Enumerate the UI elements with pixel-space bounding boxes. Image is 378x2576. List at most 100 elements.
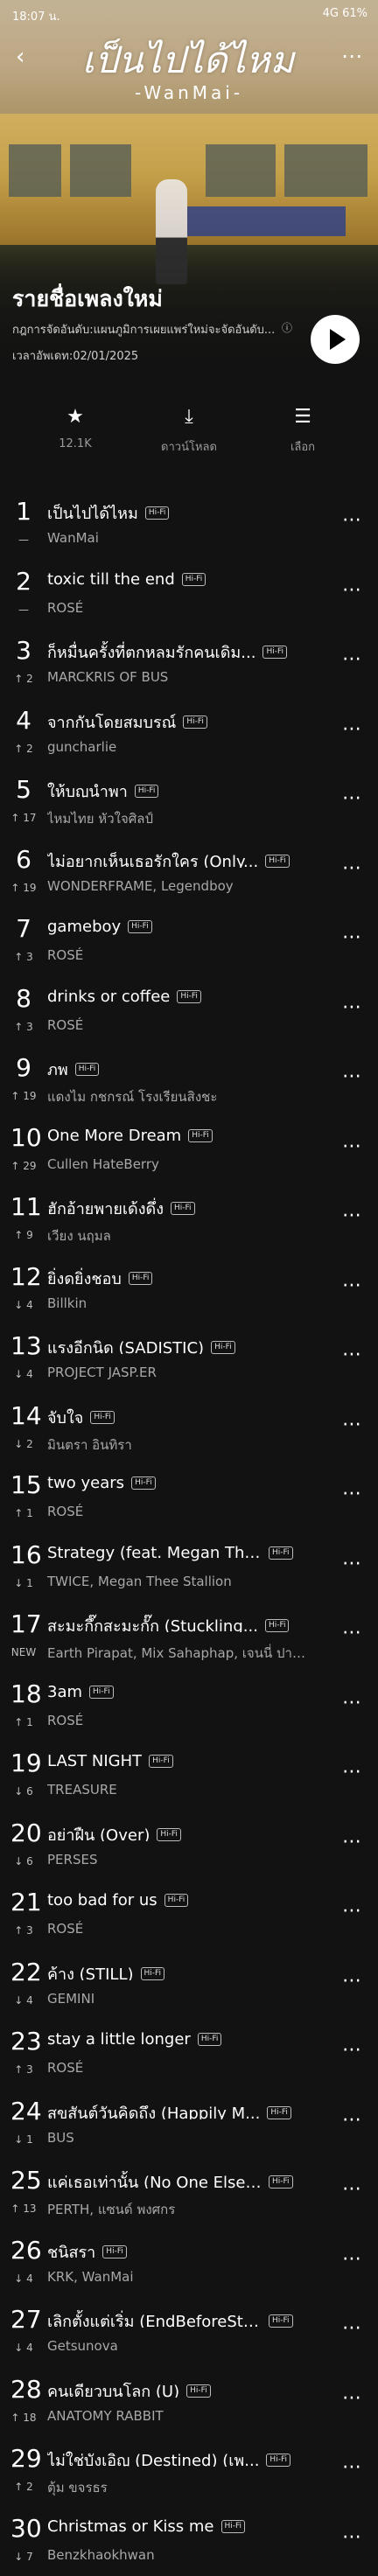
track-row[interactable]: 19↓ 6LAST NIGHTHi-FiTREASURE⋯ [0, 1742, 378, 1812]
track-row[interactable]: 30↓ 7Christmas or Kiss meHi-FiBenzkhaokh… [0, 2507, 378, 2576]
track-title-line: stay a little longerHi-Fi [47, 2030, 327, 2049]
download-button[interactable]: ⤓ ดาวน์โหลด [136, 404, 242, 456]
rank-change: ↓ 7 [7, 2551, 40, 2563]
rank-change: ↑ 2 [7, 2481, 40, 2493]
track-title-line: แรงอีกนิด (SADISTIC)Hi-Fi [47, 1335, 327, 1354]
track-row[interactable]: 16↓ 1Strategy (feat. Megan Thee...Hi-FiT… [0, 1533, 378, 1603]
track-row[interactable]: 13↓ 4แรงอีกนิด (SADISTIC)Hi-FiPROJECT JA… [0, 1324, 378, 1394]
status-time: 18:07 น. [12, 7, 60, 25]
rank-change: ↓ 2 [7, 1438, 40, 1450]
more-icon[interactable]: ⋯ [342, 2317, 362, 2339]
track-row[interactable]: 10↑ 29One More DreamHi-FiCullen HateBerr… [0, 1116, 378, 1186]
track-row[interactable]: 23↑ 3stay a little longerHi-FiROSÉ⋯ [0, 2020, 378, 2090]
more-icon[interactable]: ⋯ [342, 509, 362, 531]
play-button[interactable] [311, 315, 360, 364]
more-icon[interactable]: ⋯ [342, 926, 362, 948]
track-row[interactable]: 27↓ 4เลิกตั้งแต่เริ่ม (EndBeforeSta...Hi… [0, 2298, 378, 2368]
track-artist: ROSÉ [47, 2060, 310, 2076]
rank-change: ↓ 4 [7, 2272, 40, 2285]
more-icon[interactable]: ⋯ [342, 1344, 362, 1365]
more-icon[interactable]: ⋯ [342, 1204, 362, 1226]
track-row[interactable]: 2—toxic till the endHi-FiROSÉ⋯ [0, 560, 378, 630]
more-icon[interactable]: ⋯ [342, 1900, 362, 1922]
track-row[interactable]: 6↑ 19ไม่อยากเห็นเธอรักใคร (Only...Hi-FiW… [0, 838, 378, 908]
track-row[interactable]: 4↑ 2จากกันโดยสมบูรณ์Hi-Figuncharlie⋯ [0, 699, 378, 769]
track-row[interactable]: 21↑ 3too bad for usHi-FiROSÉ⋯ [0, 1881, 378, 1951]
rank-change: ↑ 29 [7, 1160, 40, 1172]
track-title: ชนิสรา [47, 2239, 95, 2258]
track-title: toxic till the end [47, 570, 175, 589]
info-icon[interactable]: ⓘ [282, 320, 292, 335]
more-icon[interactable]: ⋯ [342, 648, 362, 670]
more-icon[interactable]: ⋯ [342, 2178, 362, 2200]
track-title: 3am [47, 1683, 82, 1701]
more-icon[interactable]: ⋯ [342, 2109, 362, 2131]
track-row[interactable]: 7↑ 3gameboyHi-FiROSÉ⋯ [0, 907, 378, 977]
rank-change: ↑ 13 [7, 2203, 40, 2215]
track-row[interactable]: 22↓ 4ค้าง (STILL)Hi-FiGEMINI⋯ [0, 1951, 378, 2021]
track-artist: TREASURE [47, 1782, 310, 1798]
track-row[interactable]: 29↑ 2ไม่ใช่บังเอิญ (Destined) (เพ...Hi-F… [0, 2437, 378, 2507]
track-row[interactable]: 5↑ 17ให้บุญนำพาHi-Fiไหมไทย หัวใจศิลป์⋯ [0, 768, 378, 838]
back-icon[interactable]: ‹ [16, 44, 24, 70]
more-icon[interactable]: ⋯ [342, 579, 362, 601]
more-icon[interactable]: ⋯ [342, 1970, 362, 1992]
more-icon[interactable]: ⋯ [342, 1483, 362, 1504]
rank-change: ↑ 3 [7, 1924, 40, 1937]
more-icon[interactable]: ⋯ [342, 1065, 362, 1087]
status-bar: 18:07 น. 4G 61% [0, 0, 378, 26]
more-icon[interactable]: ⋯ [342, 1553, 362, 1574]
track-row[interactable]: 8↑ 3drinks or coffeeHi-FiROSÉ⋯ [0, 977, 378, 1047]
more-icon[interactable]: ⋯ [342, 2456, 362, 2478]
track-row[interactable]: 17NEWสะมะกึ๊กสะมะกั๊ก (Stuckling...Hi-Fi… [0, 1602, 378, 1672]
track-row[interactable]: 20↓ 6อย่าฝืน (Over)Hi-FiPERSES⋯ [0, 1812, 378, 1881]
more-icon[interactable]: ⋯ [342, 2039, 362, 2061]
more-icon[interactable]: ⋯ [342, 1622, 362, 1644]
more-icon[interactable]: ⋯ [342, 1761, 362, 1783]
track-row[interactable]: 11↑ 9ฮักอ้ายพายเด้งดึ่งHi-Fiเวียง นฤมล⋯ [0, 1185, 378, 1255]
select-button[interactable]: ☰ เลือก [250, 404, 355, 456]
more-icon[interactable]: ⋯ [342, 1414, 362, 1435]
hifi-badge: Hi-Fi [75, 1063, 100, 1076]
more-icon[interactable]: ⋯ [342, 1135, 362, 1157]
track-row[interactable]: 24↓ 1สุขสันต์วันคิดถึง (Happily M...Hi-F… [0, 2090, 378, 2160]
more-icon[interactable]: ⋯ [342, 1692, 362, 1714]
more-icon[interactable]: ⋯ [342, 787, 362, 809]
bus-window [206, 144, 276, 197]
track-artist: Cullen HateBerry [47, 1156, 310, 1172]
track-title-line: ให้บุญนำพาHi-Fi [47, 778, 327, 798]
track-artist: มินตรา อินทิรา [47, 1435, 310, 1456]
favorite-button[interactable]: ★ 12.1K [23, 404, 128, 450]
more-icon[interactable]: ⋯ [342, 857, 362, 879]
rank-change: ↑ 18 [7, 2412, 40, 2424]
track-title-line: too bad for usHi-Fi [47, 1891, 327, 1910]
hifi-badge: Hi-Fi [177, 990, 201, 1003]
more-icon[interactable]: ⋯ [342, 1274, 362, 1296]
track-row[interactable]: 3↑ 2ก็หมื่นครั้งที่ตกหลุมรักคนเดิม...Hi-… [0, 629, 378, 699]
more-icon[interactable]: ⋯ [342, 2526, 362, 2548]
track-title-line: ภพHi-Fi [47, 1057, 327, 1076]
track-row[interactable]: 28↑ 18คนเดียวบนโลก (U)Hi-FiANATOMY RABBI… [0, 2368, 378, 2438]
track-row[interactable]: 18↑ 13amHi-FiROSÉ⋯ [0, 1672, 378, 1742]
track-row[interactable]: 12↓ 4ยิ่งดูยิ่งชอบHi-FiBillkin⋯ [0, 1255, 378, 1325]
track-row[interactable]: 1—เป็นไปได้ไหมHi-FiWanMai⋯ [0, 490, 378, 560]
track-rank: 18 [10, 1679, 37, 1708]
track-rank: 26 [10, 2236, 37, 2265]
more-icon[interactable]: ⋯ [342, 718, 362, 740]
track-row[interactable]: 14↓ 2จับใจHi-Fiมินตรา อินทิรา⋯ [0, 1394, 378, 1464]
track-artist: Earth Pirapat, Mix Sahaphap, เจนนี่ ปาหน… [47, 1643, 310, 1664]
track-row[interactable]: 26↓ 4ชนิสราHi-FiKRK, WanMai⋯ [0, 2229, 378, 2299]
more-icon[interactable]: ⋯ [342, 1831, 362, 1853]
track-title-line: สุขสันต์วันคิดถึง (Happily M...Hi-Fi [47, 2100, 327, 2119]
track-title: คนเดียวบนโลก (U) [47, 2378, 179, 2398]
playlist-description[interactable]: กฎการจัดอันดับ:แผนภูมิการเผยแพร่ใหม่จะจั… [12, 320, 297, 339]
more-icon[interactable]: ⋯ [342, 2387, 362, 2409]
more-icon[interactable]: ⋯ [342, 996, 362, 1018]
more-options-icon[interactable]: ⋯ [341, 44, 362, 68]
hifi-badge: Hi-Fi [164, 1894, 189, 1907]
track-row[interactable]: 25↑ 13แค่เธอเท่านั้น (No One Else)...Hi-… [0, 2159, 378, 2229]
track-title-line: เลิกตั้งแต่เริ่ม (EndBeforeSta...Hi-Fi [47, 2308, 327, 2328]
more-icon[interactable]: ⋯ [342, 2248, 362, 2270]
track-row[interactable]: 9↑ 19ภพHi-Fiแดงไม กชกรณ์ โรงเรียนสิงชะ⋯ [0, 1046, 378, 1116]
track-row[interactable]: 15↑ 1two yearsHi-FiROSÉ⋯ [0, 1463, 378, 1533]
